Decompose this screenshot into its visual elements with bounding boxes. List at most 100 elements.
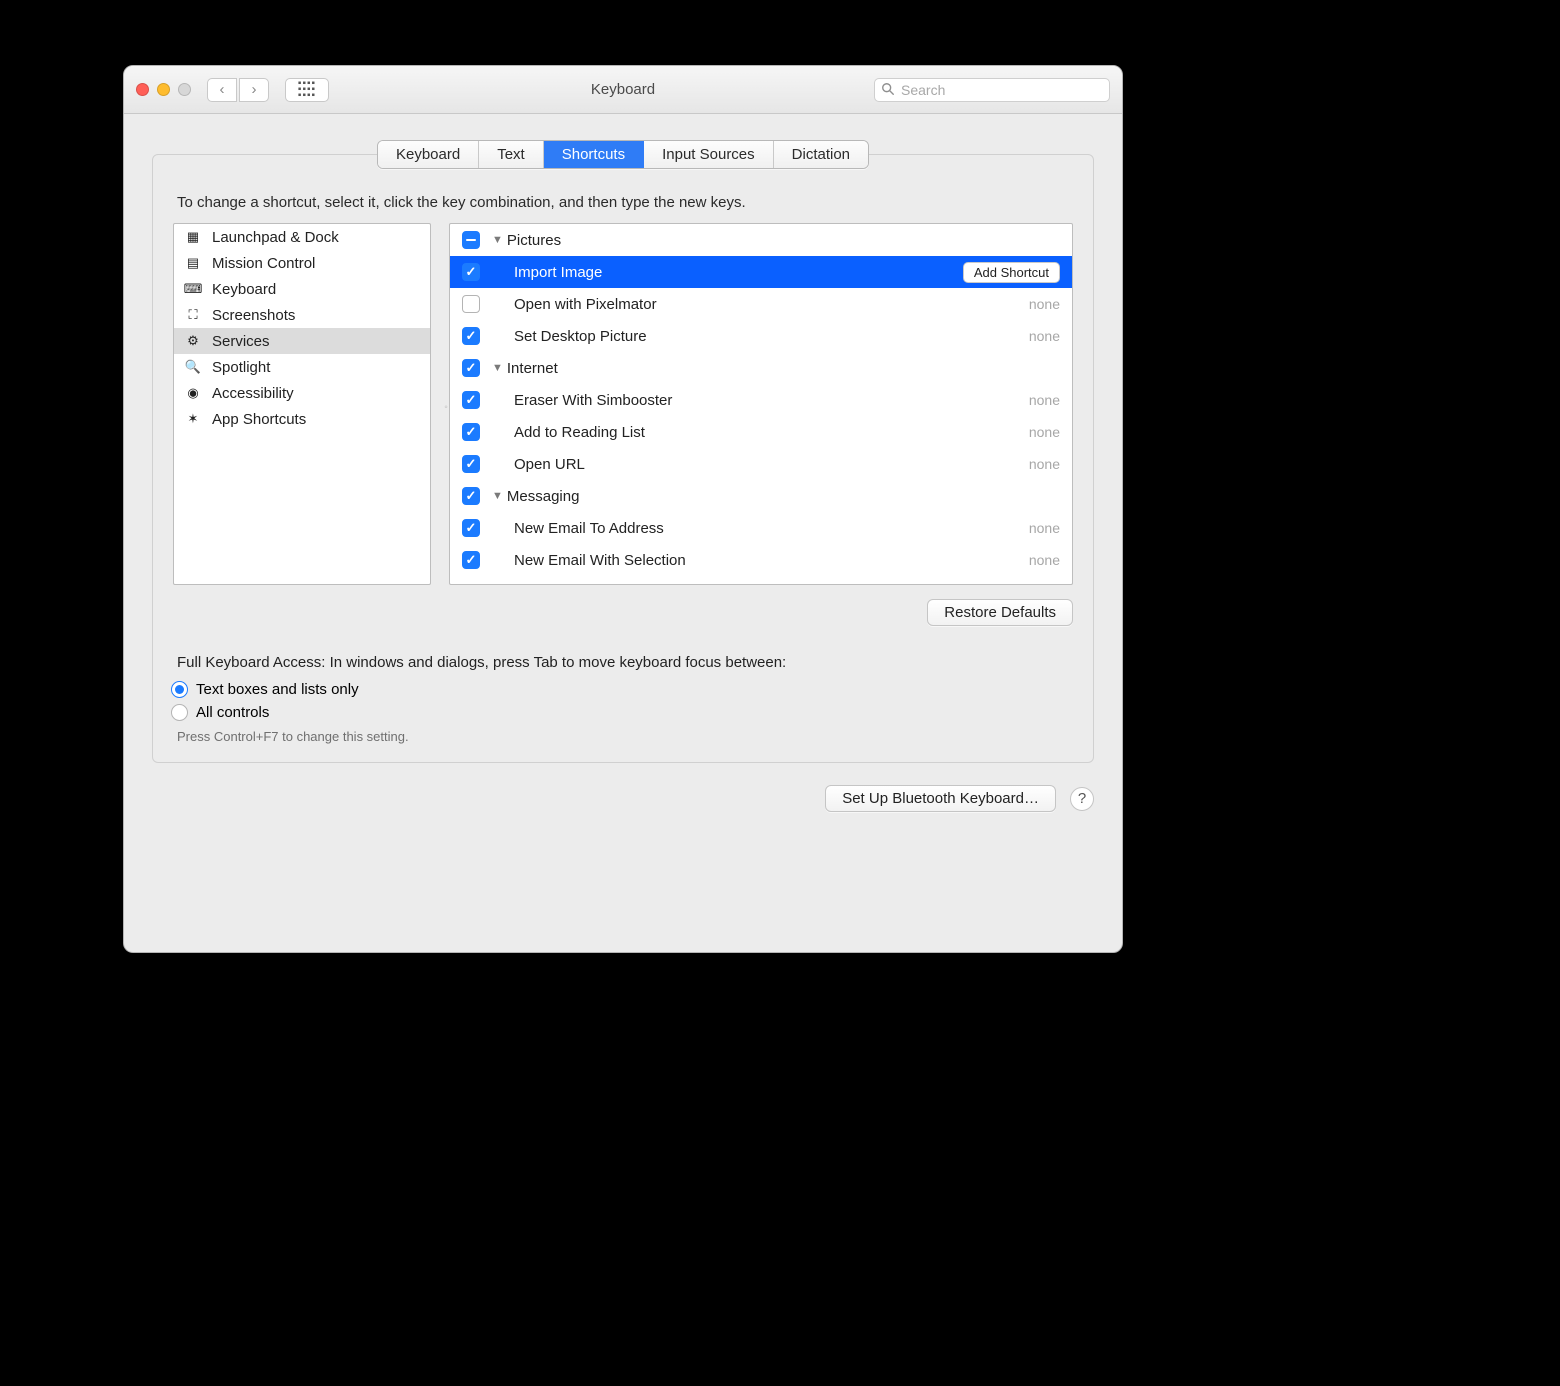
back-button[interactable]: ‹ — [207, 78, 237, 102]
item-label: Add to Reading List — [514, 424, 645, 441]
window-controls — [136, 83, 191, 96]
sidebar-item-accessibility[interactable]: ◉ Accessibility — [174, 380, 430, 406]
item-label: New Email With Selection — [514, 552, 686, 569]
group-row-pictures[interactable]: ▼ Pictures — [450, 224, 1072, 256]
shortcut-row-add-to-reading-list[interactable]: Add to Reading List none — [450, 416, 1072, 448]
help-icon: ? — [1078, 790, 1086, 807]
sidebar-item-services[interactable]: ⚙ Services — [174, 328, 430, 354]
group-label: Pictures — [507, 232, 561, 249]
shortcut-value: none — [1029, 392, 1060, 408]
search-input[interactable] — [874, 78, 1110, 102]
add-shortcut-button[interactable]: Add Shortcut — [963, 262, 1060, 283]
keyboard-icon: ⌨ — [184, 280, 202, 298]
group-row-messaging[interactable]: ▼ Messaging — [450, 480, 1072, 512]
screenshots-icon: ⛶ — [184, 306, 202, 324]
shortcut-list[interactable]: ▼ Pictures Import Image Add Shortcut Open wi… — [449, 223, 1073, 585]
radio-button[interactable] — [171, 681, 188, 698]
accessibility-icon: ◉ — [184, 384, 202, 402]
checkbox[interactable] — [462, 487, 480, 505]
category-sidebar[interactable]: ▦ Launchpad & Dock ▤ Mission Control ⌨ Keyboa… — [173, 223, 431, 585]
radio-label: Text boxes and lists only — [196, 681, 359, 698]
sidebar-item-keyboard[interactable]: ⌨ Keyboard — [174, 276, 430, 302]
shortcut-value: none — [1029, 552, 1060, 568]
checkbox[interactable] — [462, 263, 480, 281]
help-button[interactable]: ? — [1070, 787, 1094, 811]
tab-keyboard[interactable]: Keyboard — [378, 141, 479, 168]
sidebar-item-label: Accessibility — [212, 385, 294, 402]
shortcut-row-new-email-to-address[interactable]: New Email To Address none — [450, 512, 1072, 544]
sidebar-item-label: Screenshots — [212, 307, 295, 324]
nav-buttons: ‹ › — [207, 78, 269, 102]
tab-shortcuts[interactable]: Shortcuts — [544, 141, 644, 168]
sidebar-item-label: Services — [212, 333, 270, 350]
shortcut-value: none — [1029, 328, 1060, 344]
shortcut-row-open-url[interactable]: Open URLnone — [450, 448, 1072, 480]
content-panel: KeyboardTextShortcutsInput SourcesDictat… — [152, 154, 1094, 763]
mission-control-icon: ▤ — [184, 254, 202, 272]
checkbox[interactable] — [462, 359, 480, 377]
grid-icon: ▪▪▪▪▪▪▪▪▪▪▪▪ — [298, 81, 316, 99]
columns: ▦ Launchpad & Dock ▤ Mission Control ⌨ Keyboa… — [173, 223, 1073, 585]
checkbox[interactable] — [462, 327, 480, 345]
fka-option-1[interactable]: All controls — [171, 704, 1093, 721]
disclosure-triangle-icon[interactable]: ▼ — [492, 234, 503, 246]
chevron-right-icon: › — [252, 81, 257, 98]
checkbox[interactable] — [462, 551, 480, 569]
minimize-icon[interactable] — [157, 83, 170, 96]
instruction-text: To change a shortcut, select it, click t… — [177, 194, 1069, 211]
checkbox[interactable] — [462, 295, 480, 313]
shortcut-value: none — [1029, 296, 1060, 312]
item-label: Open with Pixelmator — [514, 296, 657, 313]
sidebar-item-screenshots[interactable]: ⛶ Screenshots — [174, 302, 430, 328]
sidebar-item-label: Spotlight — [212, 359, 270, 376]
tab-dictation[interactable]: Dictation — [774, 141, 868, 168]
group-label: Internet — [507, 360, 558, 377]
tab-bar: KeyboardTextShortcutsInput SourcesDictat… — [153, 140, 1093, 169]
footer: Set Up Bluetooth Keyboard… ? — [124, 785, 1094, 812]
shortcut-row-eraser-with-simbooster[interactable]: Eraser With Simbooster none — [450, 384, 1072, 416]
chevron-left-icon: ‹ — [220, 81, 225, 98]
sidebar-item-label: Launchpad & Dock — [212, 229, 339, 246]
item-label: Eraser With Simbooster — [514, 392, 672, 409]
sidebar-item-label: Mission Control — [212, 255, 315, 272]
radio-button[interactable] — [171, 704, 188, 721]
services-icon: ⚙ — [184, 332, 202, 350]
sidebar-item-label: App Shortcuts — [212, 411, 306, 428]
checkbox[interactable] — [462, 519, 480, 537]
tab-text[interactable]: Text — [479, 141, 544, 168]
sidebar-item-mission-control[interactable]: ▤ Mission Control — [174, 250, 430, 276]
sidebar-item-launchpad-dock[interactable]: ▦ Launchpad & Dock — [174, 224, 430, 250]
shortcut-row-set-desktop-picture[interactable]: Set Desktop Picturenone — [450, 320, 1072, 352]
zoom-icon — [178, 83, 191, 96]
forward-button[interactable]: › — [239, 78, 269, 102]
tab-input-sources[interactable]: Input Sources — [644, 141, 774, 168]
sidebar-item-label: Keyboard — [212, 281, 276, 298]
item-label: New Email To Address — [514, 520, 664, 537]
group-row-internet[interactable]: ▼ Internet — [450, 352, 1072, 384]
show-all-button[interactable]: ▪▪▪▪▪▪▪▪▪▪▪▪ — [285, 78, 329, 102]
bluetooth-keyboard-button[interactable]: Set Up Bluetooth Keyboard… — [825, 785, 1056, 812]
checkbox[interactable] — [462, 231, 480, 249]
shortcut-row-open-with-pixelmator[interactable]: Open with Pixelmator none — [450, 288, 1072, 320]
shortcut-row-new-email-with-selection[interactable]: New Email With Selection none — [450, 544, 1072, 576]
checkbox[interactable] — [462, 423, 480, 441]
close-icon[interactable] — [136, 83, 149, 96]
item-label: Import Image — [514, 264, 602, 281]
sidebar-item-spotlight[interactable]: 🔍Spotlight — [174, 354, 430, 380]
shortcut-value: none — [1029, 456, 1060, 472]
shortcut-row-import-image[interactable]: Import Image Add Shortcut — [450, 256, 1072, 288]
restore-defaults-button[interactable]: Restore Defaults — [927, 599, 1073, 626]
checkbox[interactable] — [462, 455, 480, 473]
launchpad-icon: ▦ — [184, 228, 202, 246]
disclosure-triangle-icon[interactable]: ▼ — [492, 362, 503, 374]
app-shortcuts-icon: ✶ — [184, 410, 202, 428]
group-label: Messaging — [507, 488, 580, 505]
fka-radio-group: Text boxes and lists only All controls — [171, 681, 1093, 721]
disclosure-triangle-icon[interactable]: ▼ — [492, 490, 503, 502]
shortcut-value: none — [1029, 424, 1060, 440]
shortcut-value: none — [1029, 520, 1060, 536]
sidebar-item-app-shortcuts[interactable]: ✶ App Shortcuts — [174, 406, 430, 432]
checkbox[interactable] — [462, 391, 480, 409]
fka-hint: Press Control+F7 to change this setting. — [177, 729, 1069, 744]
fka-option-0[interactable]: Text boxes and lists only — [171, 681, 1093, 698]
